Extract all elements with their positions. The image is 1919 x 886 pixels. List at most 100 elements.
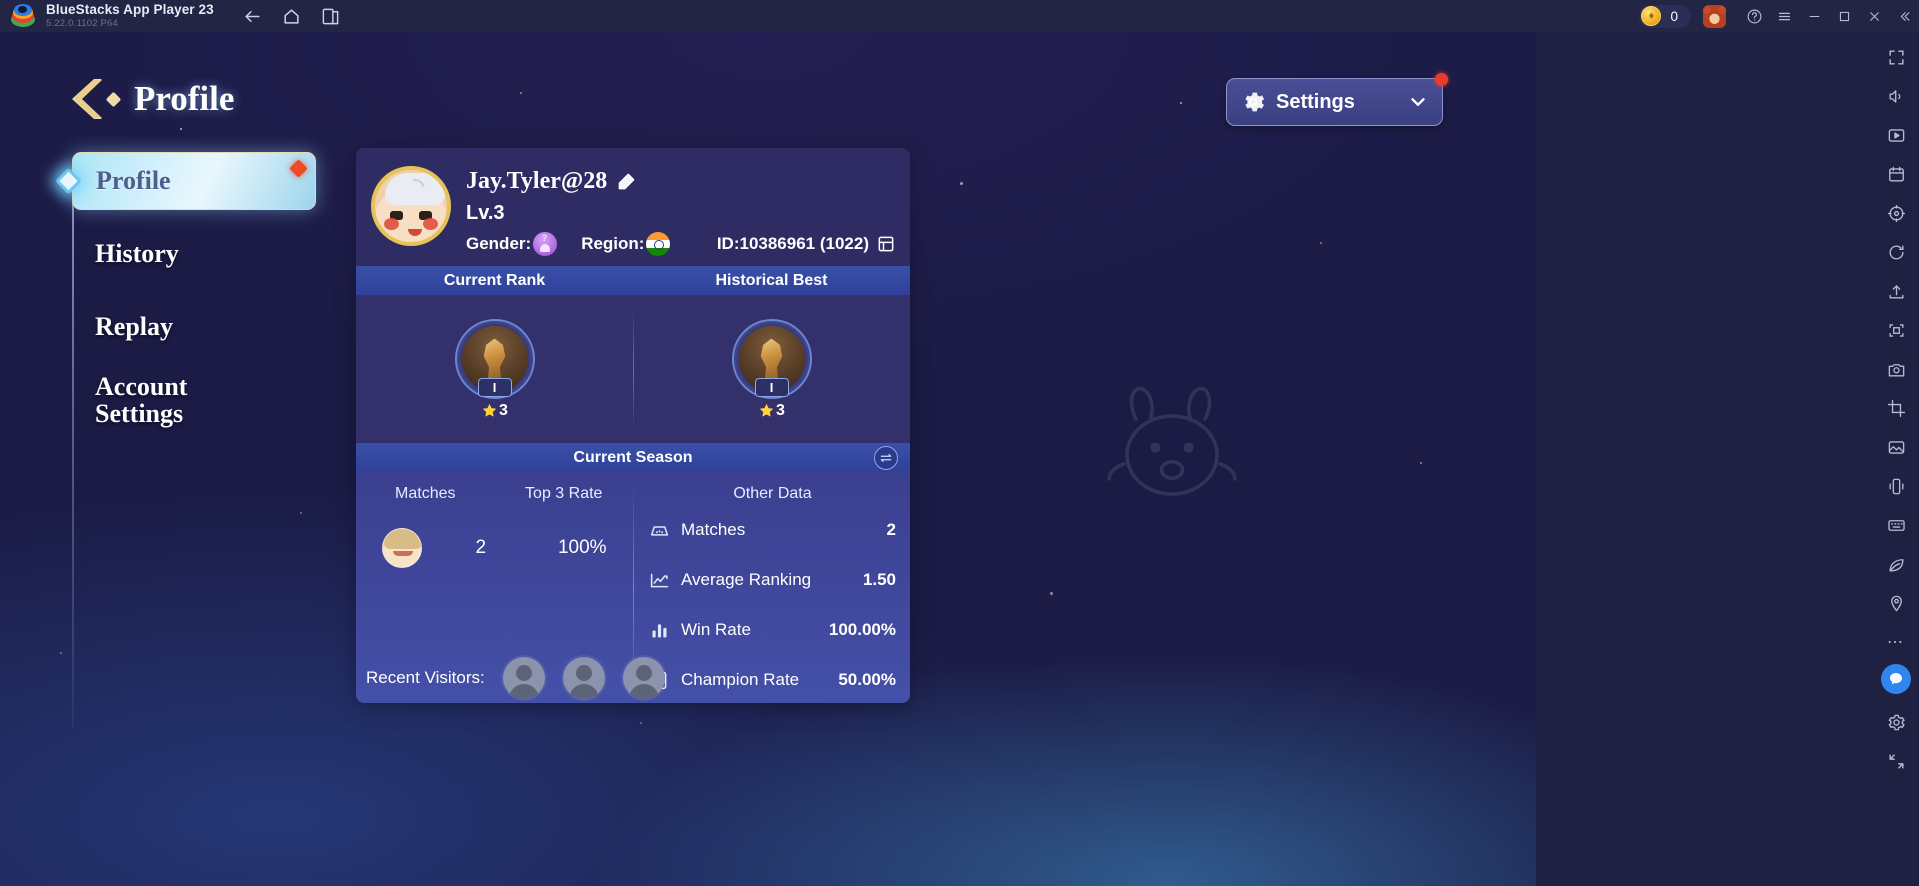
player-avatar-icon[interactable] xyxy=(371,166,451,246)
username: Jay.Tyler@28 xyxy=(466,168,608,194)
location-icon[interactable] xyxy=(1879,196,1913,230)
season-top3-value: 100% xyxy=(557,537,607,558)
upload-apk-icon[interactable] xyxy=(1879,274,1913,308)
close-icon[interactable] xyxy=(1859,0,1889,32)
historical-best-badge[interactable]: I 3 xyxy=(633,295,910,443)
star-icon xyxy=(758,402,775,419)
maximize-icon[interactable] xyxy=(1829,0,1859,32)
shake-icon[interactable] xyxy=(1879,469,1913,503)
right-toolbar: ⋯ xyxy=(1536,32,1919,886)
visitor-avatar-1[interactable] xyxy=(502,657,545,699)
stat-label: Champion Rate xyxy=(681,670,800,689)
app-name: BlueStacks App Player 23 xyxy=(46,2,214,18)
rank-stars: 3 xyxy=(758,402,785,420)
pin-icon[interactable] xyxy=(1879,586,1913,620)
stat-label: Matches xyxy=(681,520,746,539)
titlebar: BlueStacks App Player 23 5.22.0.1102 P64… xyxy=(0,0,1919,32)
gender-unknown-icon xyxy=(533,232,558,256)
volume-icon[interactable] xyxy=(1879,79,1913,113)
india-flag-icon xyxy=(646,232,671,256)
season-left-headers: Matches Top 3 Rate xyxy=(356,472,633,503)
season-right-panel: Other Data Matches 2 Average Ranking 1.5… xyxy=(633,472,910,703)
question-circle-icon[interactable] xyxy=(1739,0,1769,32)
stat-row-champion-rate: Champion Rate 50.00% xyxy=(649,657,896,703)
profile-card-header: Jay.Tyler@28 Lv.3 Gender: Region: ID:103… xyxy=(356,148,910,266)
settings-button[interactable]: Settings xyxy=(1226,73,1448,126)
coin-value: 0 xyxy=(1670,8,1678,24)
screenshot-icon[interactable] xyxy=(1879,313,1913,347)
back-chevron-icon[interactable] xyxy=(72,76,124,122)
media-play-icon[interactable] xyxy=(1879,118,1913,152)
current-season-band: Current Season xyxy=(356,443,910,472)
player-level: Lv.3 xyxy=(466,202,505,224)
home-icon[interactable] xyxy=(282,7,301,26)
copy-icon[interactable] xyxy=(876,234,896,254)
edit-pencil-icon[interactable] xyxy=(616,171,637,192)
profile-card: Jay.Tyler@28 Lv.3 Gender: Region: ID:103… xyxy=(356,148,910,703)
stat-label: Average Ranking xyxy=(681,570,812,589)
stat-value: 50.00% xyxy=(838,670,896,689)
stat-label: Win Rate xyxy=(681,620,751,639)
more-dots-icon[interactable]: ⋯ xyxy=(1879,625,1913,659)
settings-label: Settings xyxy=(1276,90,1355,113)
stat-row-matches: Matches 2 xyxy=(649,507,896,553)
crop-icon[interactable] xyxy=(1879,391,1913,425)
rank-header-best: Historical Best xyxy=(715,271,828,289)
bluestacks-logo-icon xyxy=(10,3,36,29)
titlebar-text: BlueStacks App Player 23 5.22.0.1102 P64 xyxy=(46,3,214,28)
page-header: Profile xyxy=(72,76,234,122)
coin-icon: ♦ xyxy=(1641,6,1662,26)
trend-up-icon xyxy=(649,570,670,591)
expand-icon[interactable] xyxy=(1879,744,1913,778)
matches-icon xyxy=(649,520,670,541)
swap-arrows-icon[interactable] xyxy=(874,445,898,470)
rotate-icon[interactable] xyxy=(1879,235,1913,269)
fullscreen-icon[interactable] xyxy=(1879,40,1913,74)
gallery-icon[interactable] xyxy=(1879,430,1913,464)
titlebar-nav xyxy=(243,7,340,26)
mascot-watermark-icon xyxy=(1085,380,1265,515)
season-matches-value: 2 xyxy=(475,537,487,558)
sidebar-item-history[interactable]: History xyxy=(72,225,322,283)
star-count: 3 xyxy=(499,401,508,419)
keymap-icon[interactable] xyxy=(1879,508,1913,542)
hamburger-menu-icon[interactable] xyxy=(1769,0,1799,32)
minimize-icon[interactable] xyxy=(1799,0,1829,32)
camera-icon[interactable] xyxy=(1879,352,1913,386)
visitor-avatar-3[interactable] xyxy=(622,657,665,699)
bronze-medal-icon: I xyxy=(454,318,535,399)
sidebar-item-label: History xyxy=(95,239,179,268)
season-header-matches: Matches xyxy=(395,485,456,502)
chat-icon[interactable] xyxy=(1881,664,1911,694)
profile-meta-row: Gender: Region: ID:10386961 (1022) xyxy=(466,232,896,256)
visitor-avatar-2[interactable] xyxy=(562,657,605,699)
rank-header-current: Current Rank xyxy=(443,271,546,289)
double-chevron-left-icon[interactable] xyxy=(1889,0,1919,32)
sidebar-item-label: Account Settings xyxy=(95,372,187,428)
sidebar-item-label: Profile xyxy=(96,166,171,195)
player-id: ID:10386961 (1022) xyxy=(716,234,869,253)
season-hero-row[interactable]: 2 100% xyxy=(356,528,633,568)
settings-gear-icon[interactable] xyxy=(1879,705,1913,739)
windows-stack-icon[interactable] xyxy=(321,7,340,26)
current-rank-badge[interactable]: I 3 xyxy=(356,295,633,443)
diamond-marker-icon xyxy=(55,167,82,195)
sidebar-item-profile[interactable]: Profile xyxy=(55,152,316,210)
settings-notification-dot xyxy=(1435,73,1448,86)
hero-portrait-icon xyxy=(382,528,422,568)
bear-avatar-icon[interactable] xyxy=(1703,4,1726,28)
username-row: Jay.Tyler@28 xyxy=(466,168,637,195)
app-version: 5.22.0.1102 P64 xyxy=(46,17,119,29)
coin-counter[interactable]: ♦ 0 xyxy=(1639,4,1691,28)
eco-mode-icon[interactable] xyxy=(1879,547,1913,581)
sidebar-item-label: Replay xyxy=(95,312,173,341)
sidebar-item-replay[interactable]: Replay xyxy=(72,298,322,356)
arrow-left-icon[interactable] xyxy=(243,7,262,26)
star-icon xyxy=(481,402,498,419)
stat-row-average-ranking: Average Ranking 1.50 xyxy=(649,557,896,603)
sidebar-item-account-settings[interactable]: Account Settings xyxy=(72,371,322,429)
stat-value: 2 xyxy=(886,520,896,539)
recent-visitors: Recent Visitors: xyxy=(366,657,665,699)
sidebar-item-label-line2: Settings xyxy=(95,399,184,428)
calendar-icon[interactable] xyxy=(1879,157,1913,191)
